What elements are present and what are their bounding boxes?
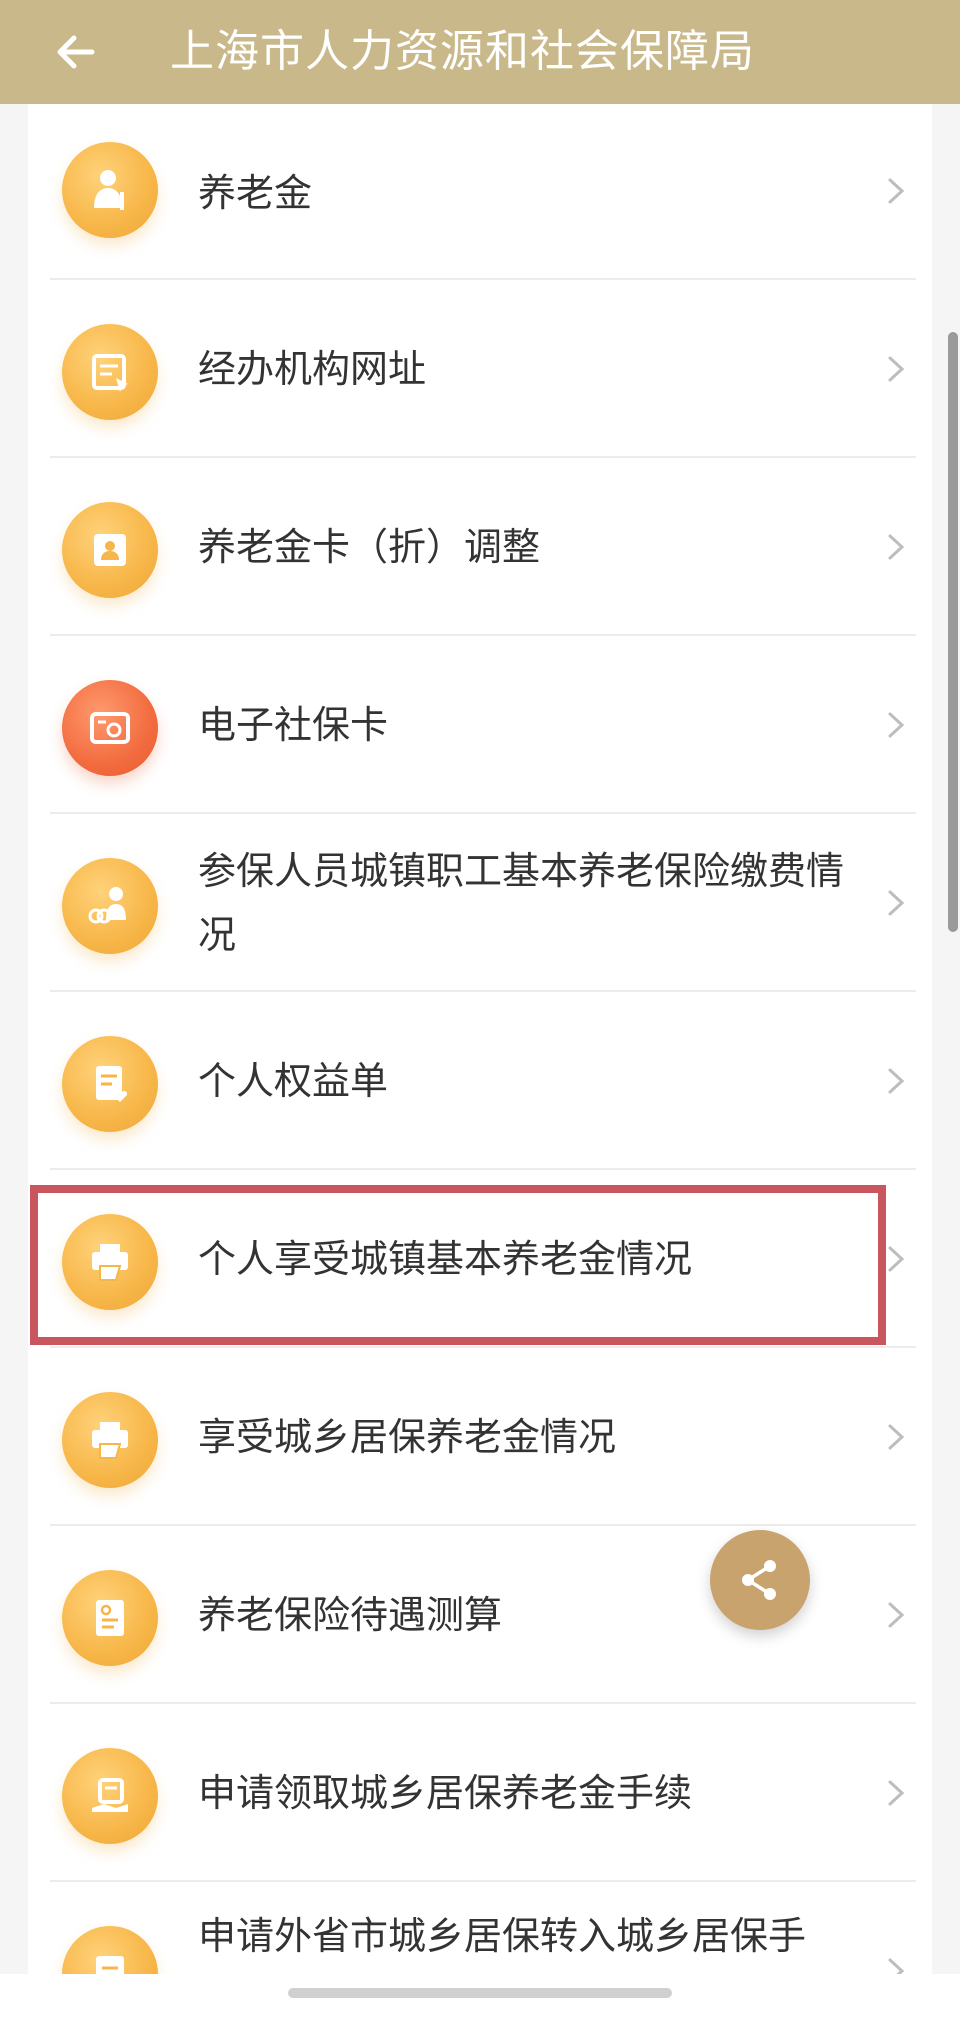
list-item-label: 参保人员城镇职工基本养老保险缴费情况 — [198, 849, 845, 957]
list-item-contribution-status[interactable]: 参保人员城镇职工基本养老保险缴费情况 — [28, 814, 932, 992]
list-item-label: 个人权益单 — [198, 1059, 389, 1103]
elderly-person-icon — [62, 142, 158, 238]
chevron-right-icon — [888, 356, 905, 382]
chevron-right-icon — [888, 712, 905, 738]
list-item-pension-card-adjust[interactable]: 养老金卡（折）调整 — [28, 458, 932, 636]
list-item-transfer-in[interactable]: 申请外省市城乡居保转入城乡居保手 — [28, 1882, 932, 1974]
list-item-label: 电子社保卡 — [198, 703, 389, 747]
printer-icon — [62, 1214, 158, 1310]
arrow-left-icon — [57, 35, 95, 69]
list-item-rural-pension-procedure[interactable]: 申请领取城乡居保养老金手续 — [28, 1704, 932, 1882]
document-heart-icon — [62, 1036, 158, 1132]
list-item-label: 个人享受城镇基本养老金情况 — [198, 1237, 693, 1281]
chevron-right-icon — [888, 1602, 905, 1628]
chevron-right-icon — [888, 178, 905, 204]
list-item-label: 申请外省市城乡居保转入城乡居保手 — [198, 1914, 807, 1958]
chevron-right-icon — [888, 1424, 905, 1450]
chevron-right-icon — [888, 534, 905, 560]
share-icon — [742, 1560, 776, 1600]
person-card-icon — [62, 502, 158, 598]
back-button[interactable] — [40, 22, 112, 82]
chevron-right-icon — [888, 1246, 905, 1272]
home-indicator[interactable] — [288, 1988, 672, 1998]
social-security-card-icon — [62, 680, 158, 776]
list-item-urban-pension-status[interactable]: 个人享受城镇基本养老金情况 — [28, 1170, 932, 1348]
app-header: 上海市人力资源和社会保障局 — [0, 0, 960, 104]
list-item-label: 享受城乡居保养老金情况 — [198, 1415, 617, 1459]
chevron-right-icon — [888, 1958, 905, 1974]
transfer-doc-icon — [62, 1926, 158, 1974]
list-item-label: 养老金 — [198, 171, 313, 215]
printer-icon — [62, 1392, 158, 1488]
list-item-label: 养老金卡（折）调整 — [198, 525, 541, 569]
list-item-rural-pension-status[interactable]: 享受城乡居保养老金情况 — [28, 1348, 932, 1526]
chevron-right-icon — [888, 1068, 905, 1094]
hand-document-icon — [62, 1748, 158, 1844]
browser-cursor-icon — [62, 324, 158, 420]
service-list: 养老金 经办机构网址 养老金卡（折）调整 电子社保卡 参保人员城镇职工基本养老保… — [28, 104, 932, 1974]
chevron-right-icon — [888, 890, 905, 916]
list-item-personal-rights[interactable]: 个人权益单 — [28, 992, 932, 1170]
service-list-container: 养老金 经办机构网址 养老金卡（折）调整 电子社保卡 参保人员城镇职工基本养老保… — [0, 104, 960, 1974]
scrollbar[interactable] — [948, 332, 958, 932]
list-item-label: 申请领取城乡居保养老金手续 — [198, 1771, 693, 1815]
chevron-right-icon — [888, 1780, 905, 1806]
share-button[interactable] — [710, 1530, 810, 1630]
list-item-label: 经办机构网址 — [198, 347, 427, 391]
worker-coins-icon — [62, 858, 158, 954]
page-title: 上海市人力资源和社会保障局 — [170, 26, 755, 77]
list-item-e-social-card[interactable]: 电子社保卡 — [28, 636, 932, 814]
list-item-agency-url[interactable]: 经办机构网址 — [28, 280, 932, 458]
calculator-doc-icon — [62, 1570, 158, 1666]
list-item-pension[interactable]: 养老金 — [28, 104, 932, 280]
